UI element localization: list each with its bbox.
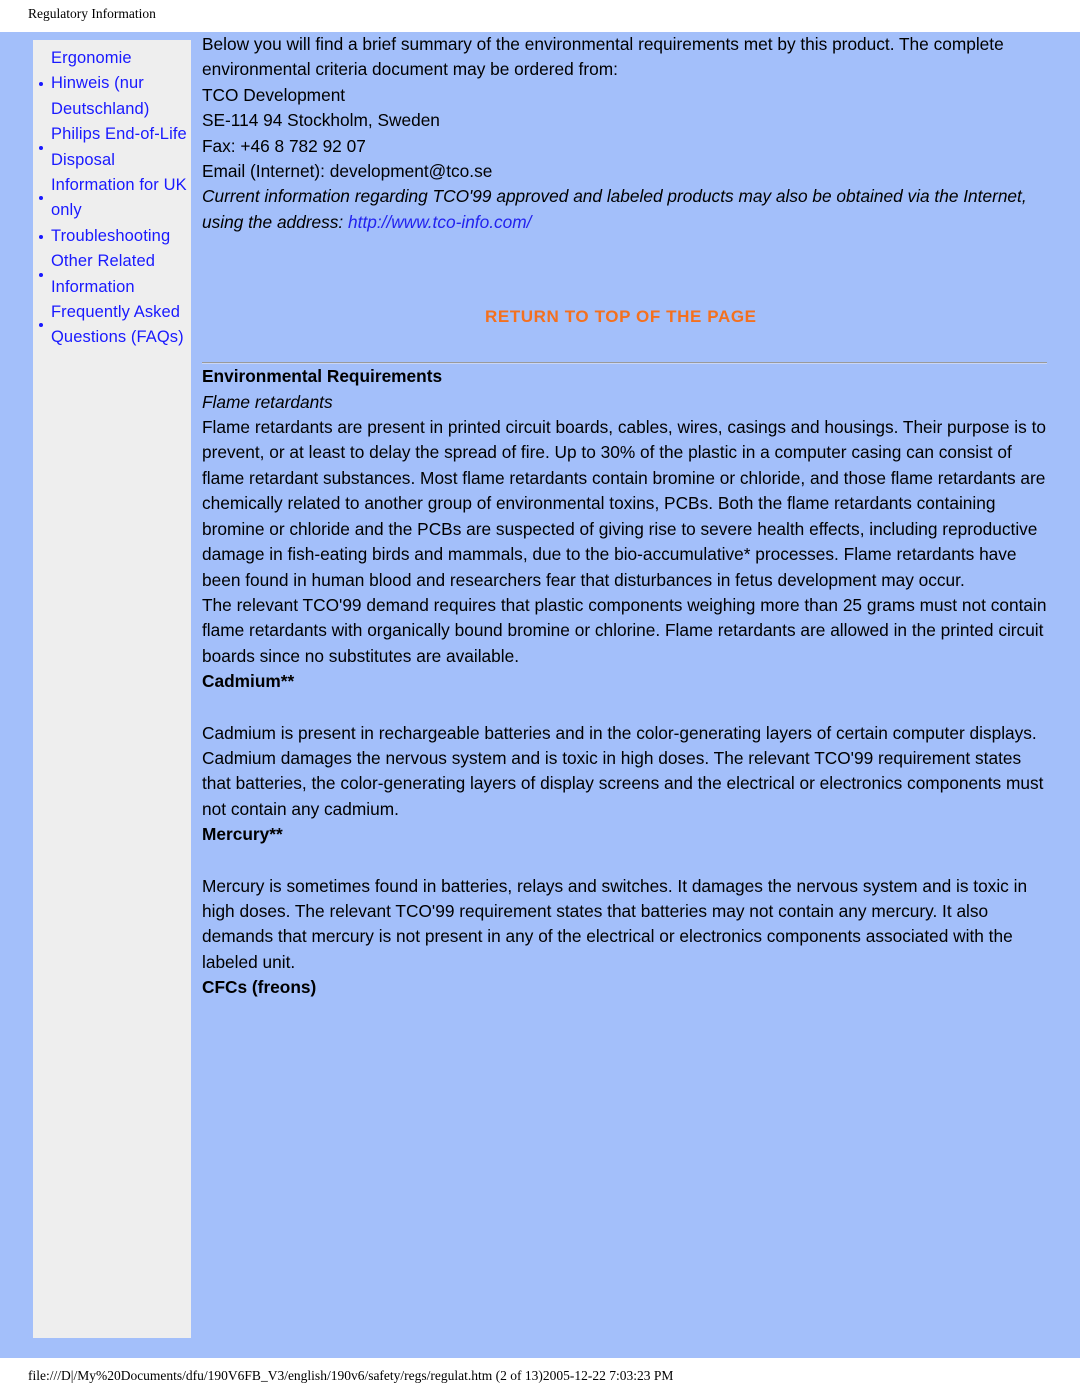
heading-cfcs-freons: CFCs (freons) [202, 977, 317, 998]
main-content: Below you will find a brief summary of t… [202, 32, 1047, 1001]
sidebar-item-label[interactable]: Information for UK only [51, 176, 187, 219]
mercury-paragraph: Mercury is sometimes found in batteries,… [202, 875, 1028, 972]
page-header: Regulatory Information [0, 0, 1080, 32]
sidebar-item-label[interactable]: Other Related Information [51, 252, 155, 295]
address-city-line: SE-114 94 Stockholm, Sweden [202, 110, 440, 131]
sidebar-item-label[interactable]: Philips End-of-Life Disposal [51, 125, 187, 168]
tco-info-note: Current information regarding TCO'99 app… [202, 184, 1047, 235]
lead-paragraph: Below you will find a brief summary of t… [202, 34, 1004, 80]
sidebar-item-label[interactable]: Ergonomie Hinweis (nur Deutschland) [51, 49, 149, 118]
sidebar-item-troubleshooting[interactable]: Troubleshooting [37, 224, 187, 249]
address-fax: Fax: +46 8 782 92 07 [202, 135, 366, 156]
sidebar-item-label[interactable]: Troubleshooting [51, 227, 170, 245]
return-to-top-link[interactable]: RETURN TO TOP OF THE PAGE [485, 307, 1047, 327]
sidebar-item-ergonomie-hinweis[interactable]: Ergonomie Hinweis (nur Deutschland) [37, 46, 187, 122]
page-title: Regulatory Information [28, 6, 156, 21]
heading-mercury: Mercury** [202, 824, 283, 845]
address-organization: TCO Development [202, 84, 346, 105]
sidebar-item-other-related-information[interactable]: Other Related Information [37, 249, 187, 300]
sidebar-item-label[interactable]: Frequently Asked Questions (FAQs) [51, 303, 184, 346]
cadmium-paragraph: Cadmium is present in rechargeable batte… [202, 722, 1044, 819]
flame-retardants-paragraph-1: Flame retardants are present in printed … [202, 417, 1047, 590]
sidebar-navigation: Ergonomie Hinweis (nur Deutschland) Phil… [33, 40, 191, 1338]
bullet-icon [39, 234, 43, 239]
heading-cadmium: Cadmium** [202, 671, 295, 692]
sidebar-list: Ergonomie Hinweis (nur Deutschland) Phil… [33, 40, 191, 351]
page-body-region: Ergonomie Hinweis (nur Deutschland) Phil… [0, 32, 1080, 1358]
bullet-icon [39, 145, 43, 150]
sidebar-item-information-for-uk-only[interactable]: Information for UK only [37, 173, 187, 224]
address-email: Email (Internet): development@tco.se [202, 161, 493, 182]
bullet-icon [39, 272, 43, 277]
section-heading-environmental-requirements: Environmental Requirements [202, 366, 443, 387]
bullet-icon [39, 196, 43, 201]
sidebar-item-frequently-asked-questions[interactable]: Frequently Asked Questions (FAQs) [37, 300, 187, 351]
bullet-icon [39, 323, 43, 328]
flame-retardants-paragraph-2: The relevant TCO'99 demand requires that… [202, 594, 1047, 666]
sidebar-item-philips-end-of-life-disposal[interactable]: Philips End-of-Life Disposal [37, 122, 187, 173]
page-footer: file:///D|/My%20Documents/dfu/190V6FB_V3… [0, 1358, 1080, 1397]
tco-info-note-text: Current information regarding TCO'99 app… [202, 186, 1027, 232]
subsection-heading-flame-retardants: Flame retardants [202, 391, 333, 412]
footer-path-info: file:///D|/My%20Documents/dfu/190V6FB_V3… [28, 1368, 674, 1383]
tco-info-link[interactable]: http://www.tco-info.com/ [348, 212, 531, 232]
bullet-icon [39, 82, 43, 87]
